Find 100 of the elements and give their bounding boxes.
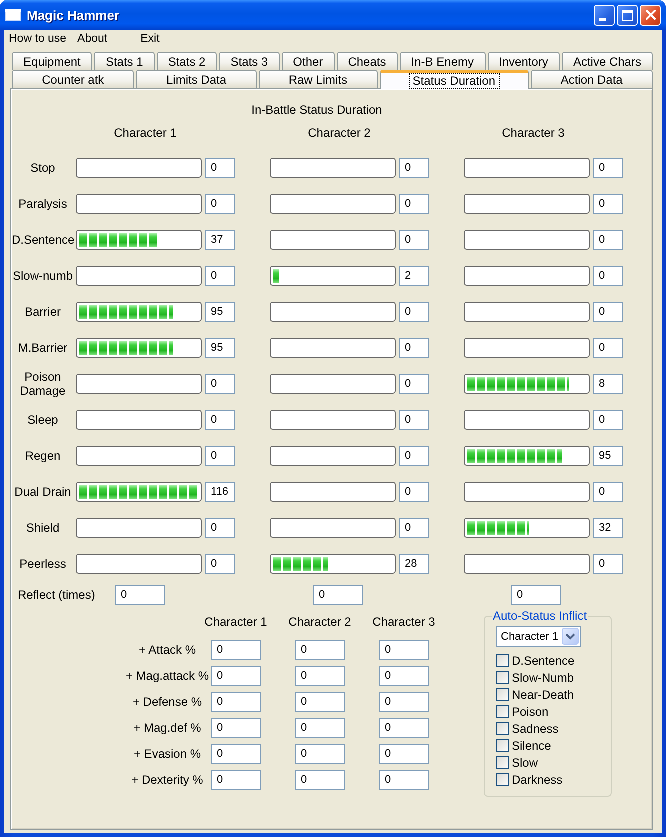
value-field[interactable]: 0	[593, 230, 623, 250]
checkbox-label[interactable]: Slow-Numb	[512, 670, 574, 684]
value-field[interactable]: 0	[205, 446, 235, 466]
menu-item[interactable]: How to use	[4, 30, 73, 48]
value-field[interactable]: 95	[205, 302, 235, 322]
value-field[interactable]: 0	[399, 410, 429, 430]
input-field[interactable]: 0	[379, 666, 429, 686]
checkbox[interactable]	[496, 739, 509, 752]
value-field[interactable]: 0	[593, 338, 623, 358]
value-field[interactable]: 0	[399, 302, 429, 322]
input-field[interactable]: 0	[211, 692, 261, 712]
tab[interactable]: Cheats	[336, 52, 398, 70]
value-field[interactable]: 0	[399, 446, 429, 466]
chevron-down-icon[interactable]	[562, 628, 579, 645]
checkbox-label[interactable]: D.Sentence	[512, 654, 575, 668]
input-field[interactable]: 0	[379, 692, 429, 712]
value-field[interactable]: 0	[205, 158, 235, 178]
value-field[interactable]: 0	[205, 518, 235, 538]
input-field[interactable]: 0	[379, 718, 429, 738]
input-field[interactable]: 0	[211, 744, 261, 764]
tab[interactable]: Action Data	[530, 70, 654, 88]
value-field[interactable]: 0	[593, 302, 623, 322]
value-field[interactable]: 0	[593, 554, 623, 574]
tab[interactable]: Stats 1	[94, 52, 155, 70]
input-field[interactable]: 0	[379, 640, 429, 660]
value-field[interactable]: 95	[593, 446, 623, 466]
value-field[interactable]: 116	[205, 482, 235, 502]
value-field[interactable]: 0	[205, 266, 235, 286]
value-field[interactable]: 2	[399, 266, 429, 286]
value-field[interactable]: 0	[399, 194, 429, 214]
checkbox[interactable]	[496, 756, 509, 769]
minimize-button[interactable]	[594, 4, 615, 26]
input-field[interactable]: 0	[115, 585, 165, 605]
checkbox-label[interactable]: Poison	[512, 704, 549, 718]
input-field[interactable]: 0	[379, 770, 429, 790]
value-field[interactable]: 37	[205, 230, 235, 250]
checkbox[interactable]	[496, 688, 509, 701]
input-field[interactable]: 0	[211, 666, 261, 686]
value-field[interactable]: 0	[205, 194, 235, 214]
maximize-button[interactable]	[617, 4, 638, 26]
input-field[interactable]: 0	[379, 744, 429, 764]
tab[interactable]: Raw Limits	[258, 70, 378, 88]
value-field[interactable]: 0	[399, 518, 429, 538]
input-field[interactable]: 0	[295, 666, 345, 686]
column-header: Character 3	[501, 126, 566, 140]
tab[interactable]: Active Chars	[562, 52, 654, 70]
value-field[interactable]: 0	[593, 158, 623, 178]
input-field[interactable]: 0	[211, 718, 261, 738]
checkbox-label[interactable]: Silence	[512, 738, 552, 752]
column-header: Character 2	[307, 126, 372, 140]
value-field[interactable]: 0	[205, 410, 235, 430]
tab[interactable]: In-B Enemy	[400, 52, 486, 70]
checkbox[interactable]	[496, 654, 509, 667]
value-field[interactable]: 0	[593, 410, 623, 430]
row-label: D.Sentence	[12, 233, 74, 247]
checkbox-label[interactable]: Slow	[512, 756, 538, 770]
section-title: In-Battle Status Duration	[250, 103, 384, 118]
tab[interactable]: Status Duration	[380, 70, 529, 89]
input-field[interactable]: 0	[295, 770, 345, 790]
tab[interactable]: Stats 3	[219, 52, 280, 70]
tab[interactable]: Stats 2	[156, 52, 218, 70]
value-field[interactable]: 0	[399, 158, 429, 178]
input-field[interactable]: 0	[295, 744, 345, 764]
tab[interactable]: Counter atk	[12, 70, 134, 88]
input-field[interactable]: 0	[313, 585, 363, 605]
value-field[interactable]: 8	[593, 374, 623, 394]
checkbox-label[interactable]: Near-Death	[512, 688, 574, 702]
value-field[interactable]: 0	[593, 194, 623, 214]
column-header: Character 1	[204, 615, 268, 629]
value-field[interactable]: 0	[399, 338, 429, 358]
input-field[interactable]: 0	[295, 692, 345, 712]
value-field[interactable]: 0	[205, 374, 235, 394]
value-field[interactable]: 95	[205, 338, 235, 358]
checkbox[interactable]	[496, 705, 509, 718]
checkbox-label[interactable]: Sadness	[512, 722, 559, 736]
value-field[interactable]: 0	[205, 554, 235, 574]
tab[interactable]: Limits Data	[136, 70, 257, 88]
input-field[interactable]: 0	[211, 640, 261, 660]
checkbox[interactable]	[496, 773, 509, 786]
menu-item[interactable]: About	[72, 30, 114, 48]
value-field[interactable]: 0	[399, 482, 429, 502]
checkbox[interactable]	[496, 722, 509, 735]
checkbox-label[interactable]: Darkness	[512, 772, 563, 786]
value-field[interactable]: 0	[593, 266, 623, 286]
input-field[interactable]: 0	[511, 585, 561, 605]
checkbox[interactable]	[496, 671, 509, 684]
value-field[interactable]: 0	[593, 482, 623, 502]
value-field[interactable]: 28	[399, 554, 429, 574]
value-field[interactable]: 0	[399, 230, 429, 250]
input-field[interactable]: 0	[295, 640, 345, 660]
menu-item[interactable]: Exit	[136, 30, 166, 48]
tab[interactable]: Other	[282, 52, 335, 70]
value-field[interactable]: 0	[399, 374, 429, 394]
tab[interactable]: Inventory	[488, 52, 560, 70]
input-field[interactable]: 0	[211, 770, 261, 790]
tab[interactable]: Equipment	[12, 52, 92, 70]
close-button[interactable]	[640, 4, 661, 26]
value-field[interactable]: 32	[593, 518, 623, 538]
character-dropdown[interactable]: Character 1	[496, 626, 581, 647]
input-field[interactable]: 0	[295, 718, 345, 738]
